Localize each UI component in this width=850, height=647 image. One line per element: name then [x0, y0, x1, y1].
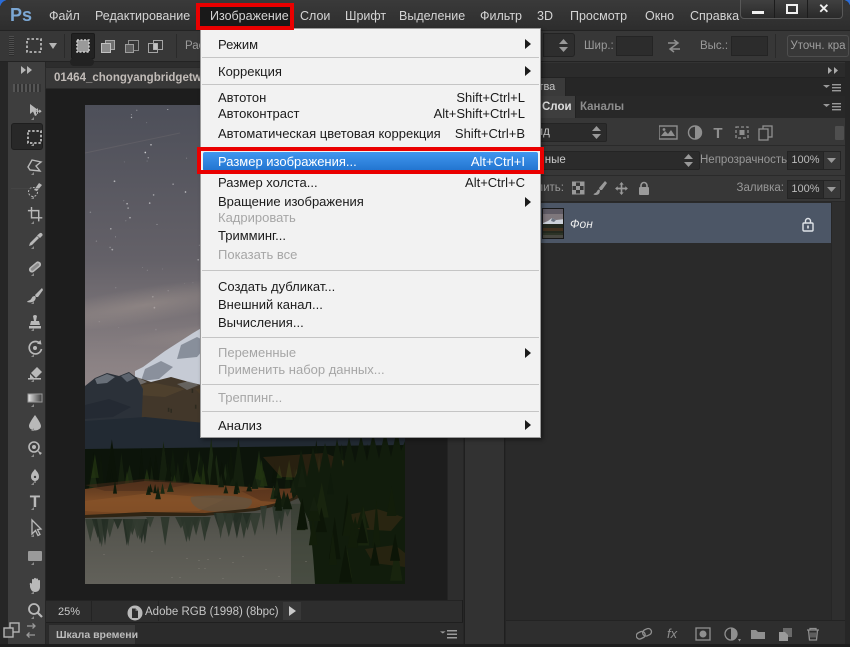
svg-text:T: T [713, 125, 722, 141]
svg-text:T: T [30, 492, 41, 511]
svg-text:fx: fx [667, 626, 678, 641]
